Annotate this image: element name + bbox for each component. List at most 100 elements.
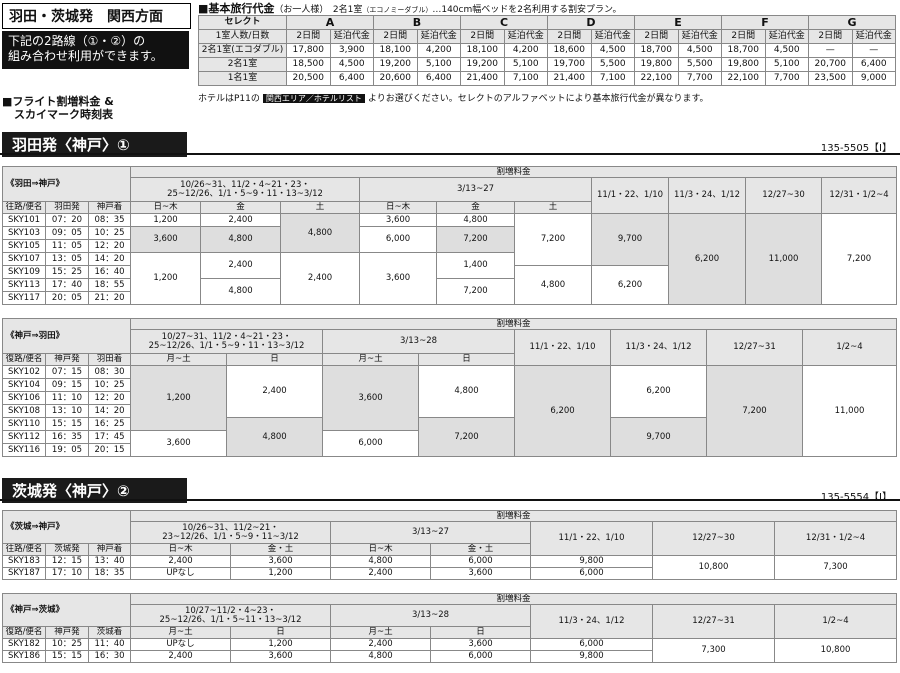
col-extra-night: 延泊代金 [764, 29, 809, 44]
flight-no: SKY105 [2, 239, 46, 253]
col-arrive: 神戸着 [87, 543, 132, 556]
grade-f: F [721, 15, 809, 30]
hotel-note-post: よりお選びください。セレクトのアルファベットにより基本旅行代金が異なります。 [367, 94, 709, 104]
price-value: 9,000 [851, 71, 896, 86]
col-flight: 復路/便名 [2, 626, 46, 639]
price-value: 22,100 [721, 71, 766, 86]
flight-no: SKY116 [2, 443, 46, 457]
price-cell: 3,600 [230, 650, 332, 663]
base-price-table: セレクト A B C D E F G 1室人数/日数 2日間 延泊代金 2日間 延泊代… [198, 15, 896, 86]
depart-time: 17：40 [45, 278, 89, 292]
price-value: 18,700 [634, 43, 679, 58]
flight-section-title: ■フライト割増料金 & スカイマーク時刻表 [2, 95, 114, 121]
price-cell: UPなし [130, 567, 232, 580]
arrive-time: 08：35 [87, 213, 132, 227]
col-arrive: 神戸着 [87, 201, 132, 214]
price-cell: 9,800 [530, 555, 654, 568]
depart-time: 11：10 [45, 391, 89, 405]
period-regular: 10/27~11/2・4~23・ 25~12/26、1/1・5~11・13~3/1… [130, 604, 332, 627]
price-value: 4,500 [677, 43, 722, 58]
day-mon-sat: 月~土 [130, 626, 232, 639]
hotel-note: ホテルはP11の 関西エリア／ホテルリスト よりお選びください。セレクトのアルファベ… [198, 91, 709, 104]
day-fri-sat: 金・土 [230, 543, 332, 556]
price-cell: 4,800 [514, 265, 593, 305]
price-cell: 3,600 [359, 213, 438, 227]
col-depart: 神戸発 [45, 353, 89, 366]
price-value: 7,100 [503, 71, 548, 86]
period-4: 11/3・24、1/12 [668, 177, 747, 214]
price-value: 21,400 [547, 71, 592, 86]
col-extra-night: 延泊代金 [677, 29, 722, 44]
price-cell: 7,200 [436, 278, 516, 305]
col-2days: 2日間 [808, 29, 853, 44]
period-spring: 3/13~27 [330, 521, 532, 544]
price-value: 6,400 [851, 57, 896, 72]
flight-no: SKY182 [2, 638, 46, 651]
period-4: 12/27~30 [652, 521, 776, 556]
direction-label: 《神戸⇒茨城》 [1, 593, 132, 627]
price-cell: 3,600 [430, 638, 532, 651]
price-value: — [851, 43, 896, 58]
flight-no: SKY109 [2, 265, 46, 279]
price-table-title: ■基本旅行代金 [198, 2, 275, 15]
surcharge-header: 割増料金 [130, 166, 898, 178]
price-value: 5,100 [764, 57, 809, 72]
arrive-time: 20：15 [87, 443, 132, 457]
period-spring: 3/13~28 [322, 329, 516, 354]
price-cell: 6,200 [610, 365, 708, 418]
surcharge-header: 割増料金 [130, 318, 898, 330]
col-2days: 2日間 [634, 29, 679, 44]
price-cell: 10,800 [774, 638, 898, 663]
flight-no: SKY108 [2, 404, 46, 418]
route1-code: 135-5505【Ⅰ】 [820, 143, 892, 154]
route2-rule [0, 499, 900, 501]
arrive-time: 14：20 [87, 404, 132, 418]
depart-time: 11：05 [45, 239, 89, 253]
price-cell: 7,200 [821, 213, 898, 305]
period-3: 11/1・22、1/10 [514, 329, 612, 366]
rooms-label: 1室人数/日数 [198, 29, 287, 44]
arrive-time: 16：30 [87, 650, 132, 663]
depart-time: 17：10 [45, 567, 89, 580]
period-4: 11/3・24、1/12 [610, 329, 708, 366]
depart-time: 16：35 [45, 430, 89, 444]
day-sun: 日 [230, 626, 332, 639]
col-2days: 2日間 [721, 29, 766, 44]
price-cell: 1,200 [130, 213, 202, 227]
price-cell: 7,300 [774, 555, 898, 580]
price-value: 7,700 [677, 71, 722, 86]
price-title-row: ■基本旅行代金（お一人様） 2名1室（エコノミーダブル）…140cm幅ベッドを2… [198, 2, 898, 15]
page-title: 羽田・茨城発 関西方面 [2, 3, 191, 29]
arrive-time: 18：55 [87, 278, 132, 292]
day-sun: 日 [226, 353, 324, 366]
price-cell: 6,200 [668, 213, 747, 305]
day-mon-sat: 月~土 [330, 626, 432, 639]
day-sun: 日 [418, 353, 516, 366]
price-value: 6,400 [329, 71, 374, 86]
arrive-time: 16：40 [87, 265, 132, 279]
price-value: 18,600 [547, 43, 592, 58]
grade-e: E [634, 15, 722, 30]
arrive-time: 10：25 [87, 226, 132, 240]
price-cell: 3,600 [430, 567, 532, 580]
price-value: 20,700 [808, 57, 853, 72]
surcharge-header: 割増料金 [130, 510, 898, 522]
price-cell: 2,400 [226, 365, 324, 418]
price-cell: 3,600 [322, 365, 420, 431]
price-cell: 2,400 [280, 252, 361, 305]
flight-no: SKY106 [2, 391, 46, 405]
price-cell: 6,000 [530, 567, 654, 580]
grade-a: A [286, 15, 374, 30]
depart-time: 13：05 [45, 252, 89, 266]
flight-no: SKY102 [2, 365, 46, 379]
period-5: 12/31・1/2~4 [774, 521, 898, 556]
price-value: 19,200 [460, 57, 505, 72]
price-cell: 6,200 [591, 265, 670, 305]
price-value: 18,100 [460, 43, 505, 58]
price-cell: 6,000 [530, 638, 654, 651]
period-3: 11/1・22、1/10 [591, 177, 670, 214]
price-value: 5,500 [677, 57, 722, 72]
grade-b: B [373, 15, 461, 30]
price-cell: 2,400 [200, 213, 282, 227]
price-cell: 6,000 [430, 650, 532, 663]
